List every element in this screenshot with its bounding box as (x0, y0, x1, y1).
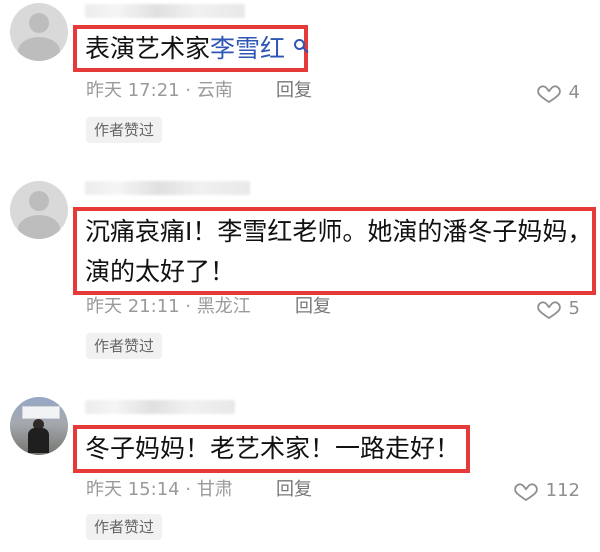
reply-button[interactable]: 回复 (295, 296, 331, 318)
author-liked-badge: 作者赞过 (86, 333, 163, 359)
heart-icon (513, 483, 538, 501)
reply-button[interactable]: 回复 (276, 80, 312, 102)
comment-item: 沉痛哀痛Ⅰ！李雪红老师。她演的潘冬子妈妈，演的太好了！ 昨天 21:11 · 黑… (0, 176, 600, 366)
author-liked-badge: 作者赞过 (86, 117, 163, 143)
heart-icon (536, 85, 561, 103)
comment-meta: 昨天 21:11 · 黑龙江 (86, 296, 251, 318)
like-button[interactable]: 112 (513, 479, 580, 503)
like-button[interactable]: 5 (536, 297, 580, 321)
comment-text: 表演艺术家李雪红 (85, 29, 285, 69)
meta-separator: · (185, 296, 192, 317)
highlighted-comment-box: 沉痛哀痛Ⅰ！李雪红老师。她演的潘冬子妈妈，演的太好了！ (73, 207, 596, 295)
blurred-username[interactable] (85, 400, 235, 414)
like-count: 5 (568, 298, 580, 319)
comment-location: 云南 (196, 80, 233, 101)
reply-button[interactable]: 回复 (276, 479, 312, 501)
comment-item: 表演艺术家李雪红 昨天 17:21 · 云南 回复 4 作者赞过 (0, 0, 600, 150)
comment-location: 黑龙江 (196, 296, 251, 317)
comment-time: 昨天 21:11 (86, 296, 180, 317)
comment-meta: 昨天 15:14 · 甘肃 (86, 479, 233, 501)
mention-link[interactable]: 李雪红 (210, 34, 285, 63)
meta-separator: · (185, 479, 192, 500)
like-button[interactable]: 4 (536, 81, 580, 105)
highlighted-comment-box: 冬子妈妈！老艺术家！一路走好！ (73, 425, 470, 473)
comment-item: 冬子妈妈！老艺术家！一路走好！ 昨天 15:14 · 甘肃 回复 112 作者赞… (0, 392, 600, 552)
comment-text: 沉痛哀痛Ⅰ！李雪红老师。她演的潘冬子妈妈，演的太好了！ (85, 217, 593, 286)
like-count: 4 (568, 82, 580, 103)
default-avatar-icon[interactable] (10, 181, 68, 239)
comment-time: 昨天 17:21 (86, 80, 180, 101)
comment-meta: 昨天 17:21 · 云南 (86, 80, 233, 102)
comment-time: 昨天 15:14 (86, 479, 180, 500)
search-icon[interactable] (294, 39, 305, 50)
comment-list: 表演艺术家李雪红 昨天 17:21 · 云南 回复 4 作者赞过 沉痛哀痛Ⅰ！李… (0, 0, 600, 552)
avatar-photo-body (28, 428, 49, 453)
like-count: 112 (545, 480, 580, 501)
blurred-username[interactable] (85, 4, 245, 18)
photo-avatar[interactable] (10, 397, 68, 455)
comment-location: 甘肃 (196, 479, 233, 500)
comment-text: 冬子妈妈！老艺术家！一路走好！ (85, 434, 461, 463)
blurred-username[interactable] (85, 181, 250, 195)
author-liked-badge: 作者赞过 (86, 514, 163, 540)
avatar-photo-sky (22, 406, 60, 419)
default-avatar-icon[interactable] (10, 3, 68, 61)
meta-separator: · (185, 80, 192, 101)
heart-icon (536, 301, 561, 319)
comment-text-prefix: 表演艺术家 (85, 34, 211, 63)
highlighted-comment-box: 表演艺术家李雪红 (73, 25, 308, 72)
